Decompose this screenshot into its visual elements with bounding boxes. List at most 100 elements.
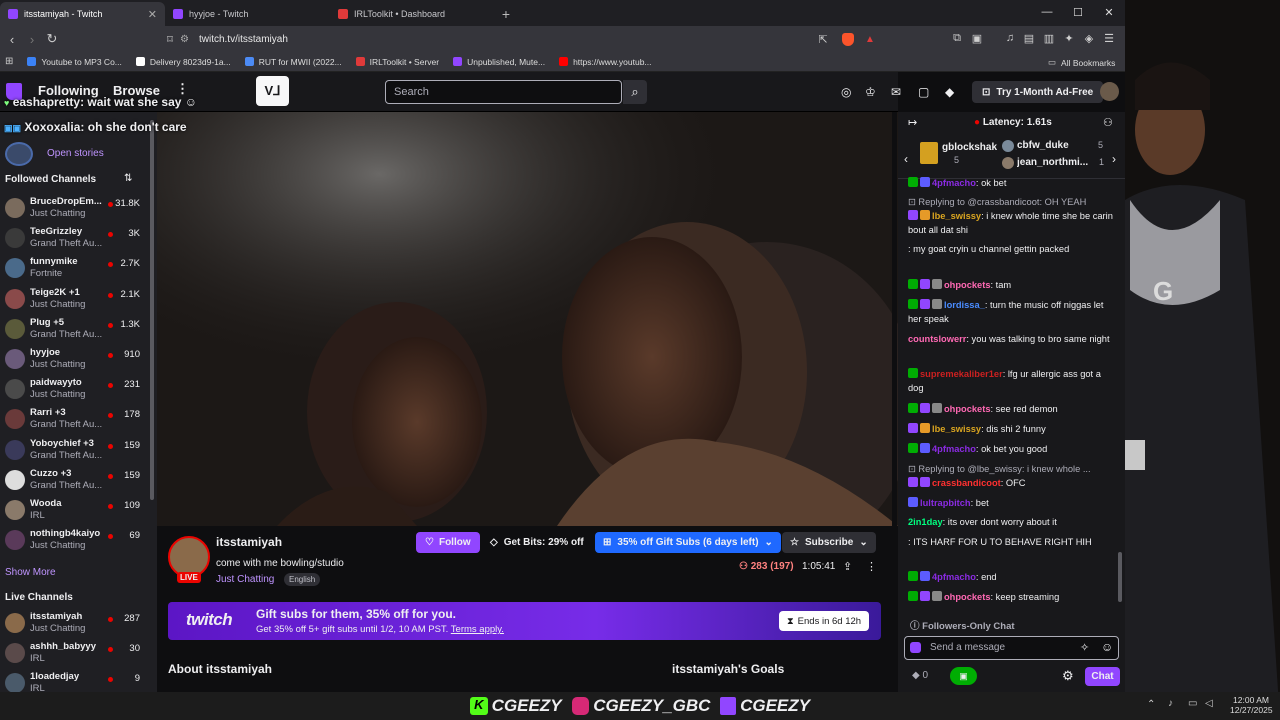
mic-icon[interactable]: ♪ (1168, 698, 1173, 709)
minimize-button[interactable]: — (1032, 0, 1062, 24)
get-bits-button[interactable]: ◇ Get Bits: 29% off (484, 532, 590, 553)
terms-link[interactable]: Terms apply. (451, 624, 504, 635)
sidebar-channel-item[interactable]: Plug +5 Grand Theft Au... 1.3K (0, 315, 150, 345)
tab-irltoolkit[interactable]: IRLToolkit • Dashboard (330, 2, 495, 26)
chat-username[interactable]: lbe_swissy (932, 424, 981, 434)
ad-free-button[interactable]: ⊡ Try 1-Month Ad-Free (972, 81, 1104, 103)
gift-subs-button[interactable]: ⊞ 35% off Gift Subs (6 days left) ⌄ (595, 532, 781, 553)
open-stories-link[interactable]: Open stories (47, 148, 104, 159)
new-tab-button[interactable]: + (495, 2, 517, 26)
music-icon[interactable]: ♫ (1003, 31, 1017, 45)
bookmark-item[interactable]: Youtube to MP3 Co... (27, 57, 122, 67)
more-options-icon[interactable]: ⋮ (866, 560, 877, 573)
emote-picker-icon[interactable]: ☺ (1101, 640, 1113, 654)
bookmark-item[interactable]: https://www.youtub... (559, 57, 652, 67)
sidebar-scrollbar[interactable] (150, 120, 154, 500)
crown-icon[interactable]: ♔ (865, 85, 876, 99)
gifter-name[interactable]: jean_northmi... (1017, 157, 1095, 168)
chat-username[interactable]: 4pfmacho (932, 572, 976, 582)
gifter-name[interactable]: cbfw_duke (1017, 140, 1069, 151)
subscribe-button[interactable]: ☆ Subscribe ⌄ (782, 532, 876, 553)
all-bookmarks-button[interactable]: ▭ All Bookmarks (1048, 57, 1115, 68)
prime-icon[interactable]: ◎ (841, 85, 851, 99)
reading-list-icon[interactable]: ▤ (1022, 31, 1036, 45)
menu-icon[interactable]: ☰ (1102, 31, 1116, 45)
sidebar-channel-item[interactable]: Yoboychief +3 Grand Theft Au... 159 (0, 436, 150, 466)
chat-username[interactable]: ohpockets (944, 592, 991, 602)
chat-username[interactable]: crassbandicoot (932, 478, 1001, 488)
magic-icon[interactable]: ✧ (1080, 641, 1089, 654)
community-icon[interactable]: ⚇ (1103, 116, 1113, 129)
gifter-name[interactable]: gblockshak (942, 142, 997, 153)
user-avatar[interactable] (1100, 82, 1119, 101)
sidebar-channel-item[interactable]: funnymike Fortnite 2.7K (0, 254, 150, 284)
sidebar-channel-item[interactable]: Rarri +3 Grand Theft Au... 178 (0, 405, 150, 435)
chat-send-button[interactable]: Chat (1085, 667, 1120, 686)
site-info-icon[interactable]: ⚙ (180, 34, 189, 45)
share-stream-icon[interactable]: ⇪ (843, 560, 852, 573)
reload-icon[interactable]: ↻ (42, 29, 62, 49)
chat-username[interactable]: lordissa_ (944, 300, 985, 310)
bookmark-item[interactable]: IRLToolkit • Server (355, 57, 439, 67)
bits-icon[interactable]: ◆ (945, 85, 954, 99)
sidebar-channel-item[interactable]: itsstamiyah Just Chatting 287 (0, 609, 150, 639)
language-tag[interactable]: English (284, 573, 321, 586)
sidebar-channel-item[interactable]: paidwayyto Just Chatting 231 (0, 375, 150, 405)
ends-in-button[interactable]: ⧗ Ends in 6d 12h (779, 611, 870, 631)
category-link[interactable]: Just Chatting (216, 574, 274, 585)
back-icon[interactable]: ‹ (2, 29, 22, 49)
carousel-next-icon[interactable]: › (1112, 152, 1116, 166)
chat-settings-icon[interactable]: ⚙ (1062, 668, 1074, 684)
close-window-button[interactable]: ✕ (1094, 0, 1124, 24)
chat-username[interactable]: ohpockets (944, 280, 991, 290)
stories-avatar[interactable] (5, 142, 33, 166)
close-tab-icon[interactable]: ✕ (148, 8, 157, 21)
extension-logo-icon[interactable]: V⅃ (256, 76, 289, 106)
chat-username[interactable]: 2in1day (908, 517, 943, 527)
sidebar-channel-item[interactable]: TeeGrizzley Grand Theft Au... 3K (0, 224, 150, 254)
whispers-icon[interactable]: ▢ (918, 85, 929, 99)
chat-username[interactable]: ohpockets (944, 404, 991, 414)
sidebar-channel-item[interactable]: Wooda IRL 109 (0, 496, 150, 526)
url-field[interactable]: ⚙ twitch.tv/itsstamiyah (180, 29, 880, 49)
leo-ai-icon[interactable]: ✦ (1062, 31, 1076, 45)
chat-username[interactable]: lultrapbitch (920, 498, 971, 508)
sidebar-channel-item[interactable]: Teige2K +1 Just Chatting 2.1K (0, 285, 150, 315)
network-icon[interactable]: ▭ (1188, 698, 1197, 709)
sidebar-toggle-icon[interactable]: ▥ (1042, 31, 1056, 45)
inbox-icon[interactable]: ✉ (891, 85, 901, 99)
bookmark-icon[interactable]: ⌑ (160, 29, 180, 49)
chat-scrollbar[interactable] (1118, 552, 1122, 602)
search-input[interactable]: Search (385, 80, 622, 104)
vpn-icon[interactable]: ◈ (1082, 31, 1096, 45)
search-button[interactable]: ⌕ (623, 80, 647, 104)
bookmark-item[interactable]: RUT for MWII (2022... (244, 57, 342, 67)
volume-icon[interactable]: ◁ (1205, 698, 1213, 709)
channel-points-button[interactable]: ▣ (950, 667, 977, 685)
share-icon[interactable]: ⇱ (813, 29, 833, 49)
follow-button[interactable]: ♡ Follow (416, 532, 480, 553)
forward-icon[interactable]: › (22, 29, 42, 49)
chat-username[interactable]: 4pfmacho (932, 178, 976, 188)
maximize-button[interactable]: ☐ (1063, 0, 1093, 24)
carousel-prev-icon[interactable]: ‹ (904, 152, 908, 166)
chat-username[interactable]: 4pfmacho (932, 444, 976, 454)
sidebar-channel-item[interactable]: nothingb4kaiyo Just Chatting 69 (0, 526, 150, 556)
sidebar-channel-item[interactable]: hyyjoe Just Chatting 910 (0, 345, 150, 375)
rewards-icon[interactable]: ▲ (860, 29, 880, 49)
clock[interactable]: 12:00 AM 12/27/2025 (1230, 695, 1273, 715)
video-player[interactable] (157, 112, 898, 526)
bookmark-item[interactable]: Delivery 8023d9-1a... (135, 57, 231, 67)
tray-chevron-icon[interactable]: ⌃ (1147, 699, 1155, 710)
show-more-link[interactable]: Show More (5, 567, 56, 578)
sidebar-channel-item[interactable]: Cuzzo +3 Grand Theft Au... 159 (0, 466, 150, 496)
chat-username[interactable]: supremekaliber1er (920, 369, 1003, 379)
chat-input[interactable]: Send a message ✧ ☺ (904, 636, 1119, 660)
sidebar-channel-item[interactable]: BruceDropEm... Just Chatting 31.8K (0, 194, 150, 224)
collapse-chat-icon[interactable]: ↦ (908, 116, 917, 129)
channel-name[interactable]: itsstamiyah (216, 535, 282, 549)
bookmark-item[interactable]: Unpublished, Mute... (453, 57, 545, 67)
extension-icon[interactable]: ⧉ (950, 31, 964, 45)
tab-hyyjoe[interactable]: hyyjoe - Twitch (165, 2, 330, 26)
tab-itsstamiyah[interactable]: itsstamiyah - Twitch ✕ (0, 2, 165, 26)
